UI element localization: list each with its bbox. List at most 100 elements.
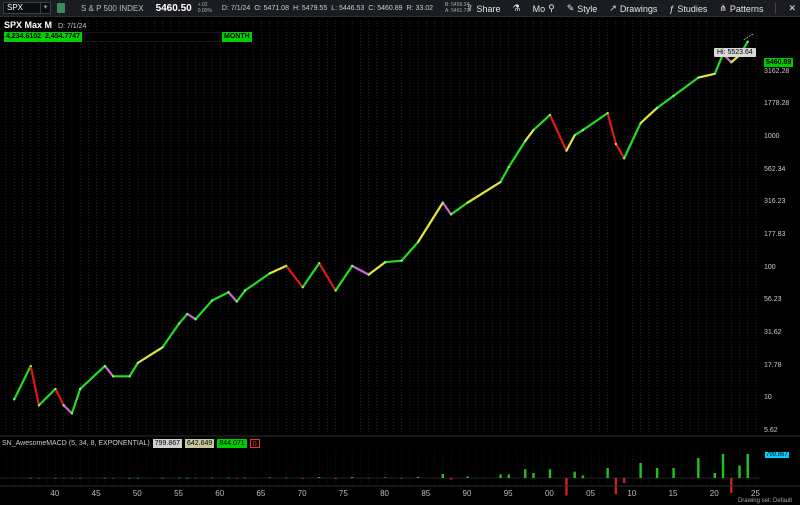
indicator-bar: [441, 474, 445, 478]
price-point: [367, 273, 370, 276]
time-axis-label: 20: [709, 489, 719, 498]
price-segment: [235, 289, 247, 303]
price-point: [449, 213, 453, 216]
time-axis-label: 55: [174, 489, 183, 498]
price-segment: [186, 312, 197, 321]
price-segment: [54, 387, 65, 407]
indicator-bar: [524, 469, 527, 478]
price-point: [37, 404, 41, 407]
indicator-bar: [449, 478, 453, 480]
price-point: [243, 289, 247, 292]
price-point: [161, 346, 164, 349]
indicator-bar: [383, 477, 387, 479]
price-segment: [62, 404, 74, 415]
indicator-bar: [507, 474, 510, 478]
price-point: [285, 264, 288, 267]
price-point: [62, 404, 65, 407]
price-point: [318, 262, 321, 265]
indicator-grid: [5, 450, 757, 485]
indicator-bar: [350, 477, 354, 478]
indicator-bar: [235, 478, 238, 479]
price-point: [614, 142, 617, 146]
time-axis-label: 05: [586, 489, 596, 498]
indicator-header: SN_AwesomeMACD (5, 34, 8, EXPONENTIAL) 7…: [2, 438, 260, 449]
time-axis-label: 60: [215, 489, 225, 498]
indicator-bar: [78, 477, 82, 479]
price-axis-label: 10: [764, 394, 772, 402]
indicator-bar: [565, 478, 568, 496]
indicator-bar: [672, 468, 675, 478]
price-point: [655, 106, 659, 109]
price-segment: [13, 364, 32, 401]
indicator-bar: [466, 476, 469, 478]
price-segment: [416, 201, 444, 244]
indicator-bar: [210, 477, 214, 479]
chart-canvas[interactable]: [0, 0, 800, 505]
price-axis-label: 3162.28: [764, 67, 790, 75]
price-point: [29, 364, 32, 368]
indicator-bar: [186, 477, 189, 479]
indicator-value-2: 642.649: [185, 439, 215, 448]
price-point: [186, 312, 189, 316]
indicator-bar: [37, 478, 41, 479]
indicator-bar: [317, 477, 321, 478]
price-point: [177, 322, 181, 325]
price-point: [606, 112, 609, 115]
price-segment: [499, 165, 510, 184]
price-point: [210, 299, 214, 302]
indicator-bar: [243, 477, 247, 479]
price-segment: [565, 134, 576, 152]
price-point: [441, 201, 444, 204]
price-segment: [507, 139, 527, 169]
price-point: [639, 122, 642, 125]
indicator-bar: [111, 478, 115, 479]
indicator-bar: [29, 477, 32, 479]
price-segment: [227, 291, 238, 303]
time-axis-label: 65: [256, 489, 266, 498]
indicator-bar: [301, 478, 304, 479]
price-point: [70, 412, 74, 415]
price-axis-label: 562.34: [764, 165, 786, 173]
indicator-value-1: 799.867: [152, 439, 183, 448]
price-point: [351, 264, 354, 267]
indicator-bar: [713, 473, 716, 478]
price-point: [112, 375, 115, 378]
price-point: [746, 40, 749, 43]
chart-title-text: SPX Max M: [4, 20, 53, 30]
indicator-bar: [416, 476, 420, 478]
price-point: [697, 76, 700, 79]
price-point: [13, 398, 16, 401]
price-segment: [128, 361, 139, 378]
price-point: [136, 361, 139, 364]
time-axis-label: 00: [544, 489, 554, 498]
high-marker-line: [743, 33, 754, 41]
high-tag: Hi: 5523.64: [714, 48, 756, 57]
drawing-set-status: Drawing set: Default: [737, 498, 792, 504]
indicator-bar: [622, 478, 626, 483]
price-point: [672, 94, 675, 97]
indicator-bar: [697, 458, 700, 478]
indicator-bar: [655, 468, 659, 478]
indicator-bar: [285, 477, 288, 479]
price-segment: [70, 387, 82, 415]
indicator-bar: [548, 469, 552, 478]
price-segment: [384, 259, 403, 264]
price-segment: [103, 364, 115, 378]
price-segment: [532, 113, 552, 132]
price-point: [524, 139, 527, 143]
indicator-bar: [639, 463, 642, 478]
price-axis-label: 1778.28: [764, 100, 790, 108]
indicator-name: SN_AwesomeMACD (5, 34, 8, EXPONENTIAL): [2, 440, 150, 447]
study-value-2: 2,454.7747: [43, 32, 83, 42]
indicator-bar: [54, 477, 57, 479]
price-point: [623, 157, 626, 160]
price-axis-label: 316.23: [764, 198, 786, 206]
study-value-bar: [84, 32, 220, 42]
price-point: [334, 289, 337, 292]
price-segment: [655, 94, 675, 109]
price-segment: [177, 312, 189, 325]
indicator-bar: [268, 477, 271, 478]
price-point: [730, 61, 733, 64]
price-point: [565, 149, 568, 152]
price-point: [384, 261, 387, 264]
